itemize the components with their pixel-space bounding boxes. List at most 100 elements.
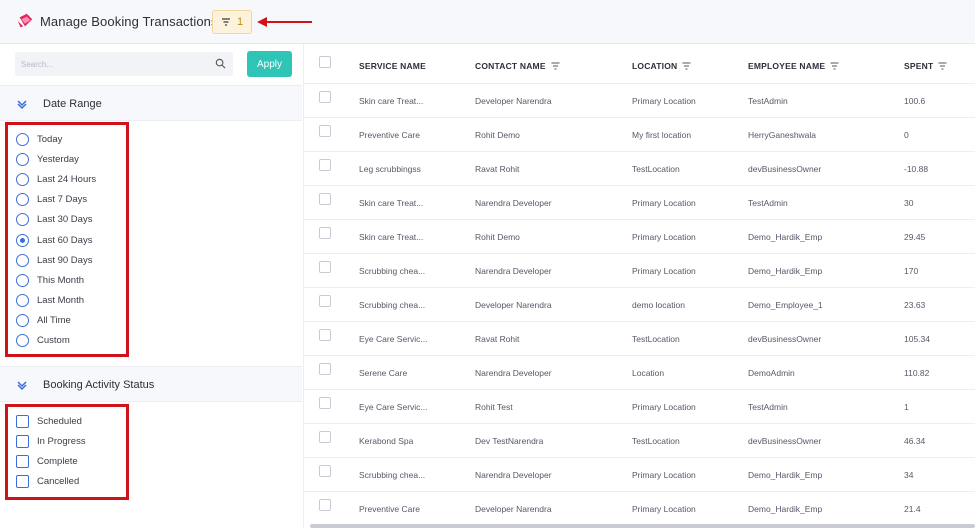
radio-button[interactable]	[16, 293, 29, 307]
cell-location: Primary Location	[632, 504, 696, 514]
apply-button[interactable]: Apply	[247, 51, 292, 77]
checkbox[interactable]	[16, 434, 29, 448]
column-header-contact-name[interactable]: CONTACT NAME	[475, 61, 560, 71]
filter-icon[interactable]	[830, 62, 839, 70]
checkbox-option-cancelled[interactable]: Cancelled	[16, 473, 79, 489]
radio-option-last-30-days[interactable]: Last 30 Days	[16, 211, 92, 227]
radio-option-last-24-hours[interactable]: Last 24 Hours	[16, 171, 96, 187]
search-icon[interactable]	[215, 58, 226, 69]
row-checkbox[interactable]	[319, 329, 331, 341]
option-label: Scheduled	[37, 415, 82, 427]
status-section-header[interactable]: Booking Activity Status	[0, 366, 302, 402]
table-row[interactable]: Skin care Treat... Rohit Demo Primary Loca…	[304, 219, 975, 253]
select-all-checkbox[interactable]	[319, 56, 331, 68]
table-row[interactable]: Eye Care Servic... Rohit Test Primary Loca…	[304, 389, 975, 423]
row-checkbox[interactable]	[319, 227, 331, 239]
cell-location: TestLocation	[632, 164, 680, 174]
radio-button[interactable]	[16, 273, 29, 287]
radio-option-last-60-days[interactable]: Last 60 Days	[16, 232, 92, 248]
cell-spent: 21.4	[904, 504, 921, 514]
cell-spent: 100.6	[904, 96, 926, 106]
filter-icon[interactable]	[938, 62, 947, 70]
radio-button[interactable]	[16, 333, 29, 347]
checkbox-option-complete[interactable]: Complete	[16, 453, 78, 469]
transactions-table: SERVICE NAME CONTACT NAME LOCATION EMPLO…	[303, 44, 975, 528]
horizontal-scrollbar[interactable]	[310, 524, 975, 528]
radio-option-last-7-days[interactable]: Last 7 Days	[16, 191, 87, 207]
cell-spent: 46.34	[904, 436, 926, 446]
table-row[interactable]: Skin care Treat... Narendra Developer Prim…	[304, 185, 975, 219]
table-row[interactable]: Kerabond Spa Dev TestNarendra TestLocation…	[304, 423, 975, 457]
active-filter-badge[interactable]: 1	[212, 10, 252, 34]
checkbox[interactable]	[16, 414, 29, 428]
table-row[interactable]: Serene Care Narendra Developer Location Dem…	[304, 355, 975, 389]
filter-icon	[221, 18, 230, 26]
cell-service-name: Eye Care Servic...	[359, 402, 428, 412]
checkbox[interactable]	[16, 454, 29, 468]
table-row[interactable]: Preventive Care Rohit Demo My first locati…	[304, 117, 975, 151]
radio-button[interactable]	[16, 253, 29, 267]
checkbox-option-in-progress[interactable]: In Progress	[16, 433, 86, 449]
row-checkbox[interactable]	[319, 91, 331, 103]
row-checkbox[interactable]	[319, 295, 331, 307]
option-label: Last 24 Hours	[37, 173, 97, 185]
column-label: EMPLOYEE NAME	[748, 61, 826, 71]
radio-button[interactable]	[16, 212, 29, 226]
search-input[interactable]	[15, 52, 233, 76]
column-header-location[interactable]: LOCATION	[632, 61, 691, 71]
radio-option-custom[interactable]: Custom	[16, 332, 70, 348]
date-range-section-header[interactable]: Date Range	[0, 85, 302, 121]
cell-spent: 34	[904, 470, 914, 480]
filter-icon[interactable]	[551, 62, 560, 70]
option-label: Complete	[37, 455, 78, 467]
column-header-employee-name[interactable]: EMPLOYEE NAME	[748, 61, 839, 71]
table-row[interactable]: Preventive Care Developer Narendra Primary…	[304, 491, 975, 525]
row-checkbox[interactable]	[319, 431, 331, 443]
cell-employee-name: Demo_Employee_1	[748, 300, 823, 310]
radio-button[interactable]	[16, 313, 29, 327]
cell-employee-name: devBusinessOwner	[748, 436, 822, 446]
radio-option-today[interactable]: Today	[16, 131, 62, 147]
cell-contact-name: Developer Narendra	[475, 96, 552, 106]
radio-option-last-month[interactable]: Last Month	[16, 292, 84, 308]
table-row[interactable]: Scrubbing chea... Narendra Developer Prima…	[304, 457, 975, 491]
radio-option-yesterday[interactable]: Yesterday	[16, 151, 79, 167]
cell-service-name: Preventive Care	[359, 504, 420, 514]
row-checkbox[interactable]	[319, 363, 331, 375]
column-header-spent[interactable]: SPENT	[904, 61, 947, 71]
radio-option-last-90-days[interactable]: Last 90 Days	[16, 252, 92, 268]
checkbox[interactable]	[16, 474, 29, 488]
filter-icon[interactable]	[682, 62, 691, 70]
row-checkbox[interactable]	[319, 193, 331, 205]
radio-button[interactable]	[16, 132, 29, 146]
column-header-service-name[interactable]: SERVICE NAME	[359, 61, 426, 71]
table-row[interactable]: Leg scrubbingss Ravat Rohit TestLocation de…	[304, 151, 975, 185]
checkbox-option-scheduled[interactable]: Scheduled	[16, 413, 82, 429]
row-checkbox[interactable]	[319, 261, 331, 273]
row-checkbox[interactable]	[319, 125, 331, 137]
row-checkbox[interactable]	[319, 465, 331, 477]
radio-button[interactable]	[16, 172, 29, 186]
table-row[interactable]: Scrubbing chea... Narendra Developer Prima…	[304, 253, 975, 287]
radio-button[interactable]	[16, 192, 29, 206]
radio-option-this-month[interactable]: This Month	[16, 272, 84, 288]
column-label: CONTACT NAME	[475, 61, 546, 71]
cell-location: Location	[632, 368, 665, 378]
cell-contact-name: Dev TestNarendra	[475, 436, 544, 446]
cell-contact-name: Ravat Rohit	[475, 164, 520, 174]
option-label: Custom	[37, 334, 70, 346]
cell-employee-name: Demo_Hardik_Emp	[748, 266, 823, 276]
cell-location: Primary Location	[632, 96, 696, 106]
radio-button[interactable]	[16, 233, 29, 247]
radio-button[interactable]	[16, 152, 29, 166]
table-row[interactable]: Skin care Treat... Developer Narendra Prim…	[304, 83, 975, 117]
radio-option-all-time[interactable]: All Time	[16, 312, 71, 328]
table-row[interactable]: Eye Care Servic... Ravat Rohit TestLocatio…	[304, 321, 975, 355]
option-label: This Month	[37, 274, 84, 286]
row-checkbox[interactable]	[319, 499, 331, 511]
row-checkbox[interactable]	[319, 159, 331, 171]
cell-spent: 1	[904, 402, 909, 412]
option-label: All Time	[37, 314, 71, 326]
row-checkbox[interactable]	[319, 397, 331, 409]
table-row[interactable]: Scrubbing chea... Developer Narendra demo …	[304, 287, 975, 321]
